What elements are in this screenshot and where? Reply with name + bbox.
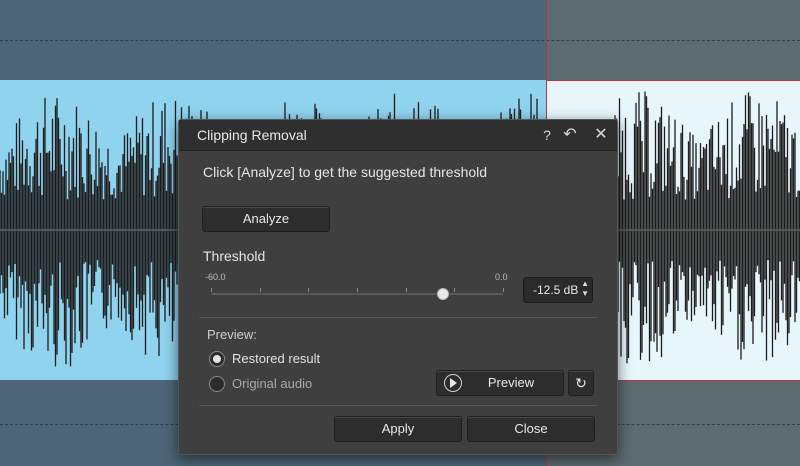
slider-min-label: -60.0 (205, 272, 226, 282)
increment-arrow-icon[interactable]: ▲ (581, 279, 589, 288)
threshold-label: Threshold (203, 248, 266, 264)
apply-button[interactable]: Apply (334, 416, 462, 442)
close-icon[interactable]: ✕ (591, 125, 611, 145)
threshold-slider-thumb[interactable] (437, 288, 450, 300)
preview-button[interactable]: Preview (436, 370, 564, 396)
radio-label: Restored result (232, 351, 321, 366)
divider (199, 317, 597, 318)
close-button[interactable]: Close (467, 416, 595, 442)
slider-tick (357, 288, 358, 292)
divider (199, 405, 597, 406)
radio-button-selected[interactable] (209, 351, 225, 367)
analyze-button[interactable]: Analyze (202, 206, 330, 232)
radio-label: Original audio (232, 376, 313, 391)
play-icon (444, 374, 462, 392)
threshold-db-value[interactable]: -12.5 dB (533, 283, 578, 297)
clipping-removal-dialog: Clipping Removal ? ↶ ✕ Click [Analyze] t… (178, 119, 618, 455)
slider-tick (503, 288, 504, 292)
instruction-text: Click [Analyze] to get the suggested thr… (203, 164, 488, 180)
threshold-db-spinbox[interactable]: -12.5 dB ▲ ▼ (523, 277, 593, 303)
slider-tick (454, 288, 456, 292)
slider-tick (405, 288, 407, 292)
decrement-arrow-icon[interactable]: ▼ (581, 289, 589, 298)
dialog-titlebar[interactable]: Clipping Removal ? ↶ ✕ (179, 120, 617, 151)
slider-tick (211, 288, 212, 292)
slider-max-label: 0.0 (495, 272, 508, 282)
slider-tick (259, 288, 261, 292)
undo-icon[interactable]: ↶ (560, 125, 580, 145)
selection-edge (546, 80, 800, 81)
reset-preview-button[interactable]: ↻ (568, 370, 594, 396)
refresh-icon: ↻ (575, 375, 587, 391)
help-icon[interactable]: ? (537, 125, 557, 145)
preview-button-label: Preview (487, 375, 535, 390)
preview-label: Preview: (207, 327, 257, 342)
grid-line (0, 40, 800, 41)
dialog-title: Clipping Removal (197, 127, 307, 143)
threshold-slider-track[interactable] (211, 293, 503, 295)
slider-tick (308, 288, 310, 292)
radio-button[interactable] (209, 376, 225, 392)
